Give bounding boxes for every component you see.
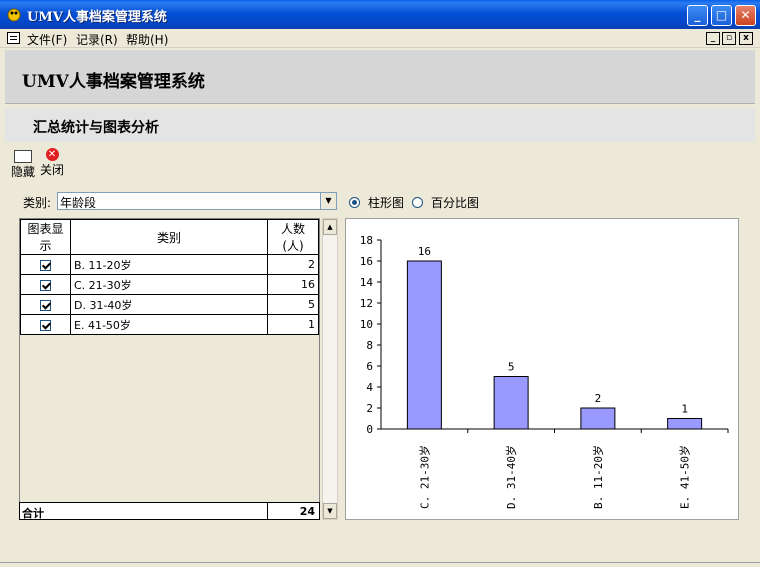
table-row[interactable]: B. 11-20岁 2 (20, 254, 319, 275)
radio-dot-selected[interactable] (349, 197, 360, 208)
bar (406, 260, 442, 430)
count-cell: 5 (267, 294, 319, 315)
table-row[interactable]: D. 31-40岁 5 (20, 294, 319, 315)
bar-chart-svg: 0 2 4 6 8 10 12 14 16 18 16 C. 21-30岁 5 D. 31-40岁 2 B. … (360, 234, 729, 509)
show-checkbox[interactable] (40, 299, 51, 311)
show-checkbox[interactable] (40, 319, 51, 331)
chevron-down-icon[interactable]: ▼ (320, 193, 336, 209)
app-header-banner: UMV人事档案管理系统 (5, 50, 755, 104)
bar (580, 407, 616, 430)
maximize-button[interactable]: □ (711, 5, 732, 26)
total-row: 合计 24 (19, 502, 320, 520)
y-tick-label: 4 (366, 381, 373, 394)
close-button[interactable]: ✕ 关闭 (40, 148, 64, 178)
show-checkbox[interactable] (40, 259, 51, 271)
system-menu-icon[interactable] (7, 32, 20, 44)
scroll-down-icon[interactable]: ▼ (323, 503, 337, 519)
count-cell: 16 (267, 274, 319, 295)
bar (667, 418, 703, 430)
mdi-restore-button[interactable]: ▫ (722, 32, 736, 45)
section-title: 汇总统计与图表分析 (33, 120, 159, 136)
minimize-button[interactable]: _ (687, 5, 708, 26)
percent-chart-radio[interactable]: 百分比图 (412, 194, 479, 211)
radio-dot[interactable] (412, 197, 423, 208)
show-checkbox-cell[interactable] (20, 254, 71, 275)
menu-file[interactable]: 文件(F) (27, 31, 67, 48)
menu-bar: 文件(F) 记录(R) 帮助(H) _ ▫ x (0, 29, 760, 48)
mdi-minimize-button[interactable]: _ (706, 32, 720, 45)
percent-chart-label: 百分比图 (431, 196, 480, 210)
mdi-close-button[interactable]: x (739, 32, 753, 45)
total-value: 24 (299, 505, 315, 518)
y-tick-label: 10 (360, 318, 373, 331)
category-label: 类别: (23, 196, 52, 210)
table-row[interactable]: E. 41-50岁 1 (20, 314, 319, 335)
count-cell: 2 (267, 254, 319, 275)
y-tick-label: 2 (366, 402, 373, 415)
y-tick-label: 12 (360, 297, 373, 310)
table-scrollbar[interactable]: ▲ ▼ (322, 218, 338, 520)
scroll-up-icon[interactable]: ▲ (323, 219, 337, 235)
bottom-divider (0, 562, 760, 563)
close-icon: ✕ (45, 148, 59, 161)
y-tick-label: 14 (360, 276, 374, 289)
y-tick-label: 0 (366, 423, 373, 436)
menu-help[interactable]: 帮助(H) (126, 31, 168, 48)
app-icon (7, 8, 21, 22)
bar-chart-label: 柱形图 (368, 196, 405, 210)
show-checkbox-cell[interactable] (20, 274, 71, 295)
column-header-category[interactable]: 类别 (70, 219, 268, 255)
y-tick-label: 16 (360, 255, 373, 268)
data-label: 2 (595, 392, 602, 405)
bar (493, 376, 529, 430)
section-header-banner: 汇总统计与图表分析 (5, 108, 755, 142)
y-tick-label: 8 (366, 339, 373, 352)
category-cell: C. 21-30岁 (70, 274, 268, 295)
table-row[interactable]: C. 21-30岁 16 (20, 274, 319, 295)
column-header-count[interactable]: 人数(人) (267, 219, 319, 255)
bar-chart-radio[interactable]: 柱形图 (349, 194, 404, 211)
menu-record[interactable]: 记录(R) (76, 31, 118, 48)
hide-icon (14, 150, 32, 163)
show-checkbox-cell[interactable] (20, 294, 71, 315)
window-title: UMV人事档案管理系统 (27, 10, 167, 25)
data-label: 1 (681, 403, 688, 416)
x-tick-label: D. 31-40岁 (504, 445, 518, 509)
show-checkbox-cell[interactable] (20, 314, 71, 335)
show-checkbox[interactable] (40, 279, 51, 291)
y-tick-label: 18 (360, 234, 373, 247)
hide-label: 隐藏 (11, 165, 36, 179)
category-select[interactable]: 年龄段 ▼ (57, 192, 337, 210)
close-label: 关闭 (40, 163, 65, 177)
total-label: 合计 (22, 507, 44, 520)
x-tick-label: B. 11-20岁 (591, 445, 605, 509)
hide-button[interactable]: 隐藏 (11, 148, 35, 180)
column-header-show[interactable]: 图表显示 (20, 219, 71, 255)
bar-chart: 0 2 4 6 8 10 12 14 16 18 16 C. 21-30岁 5 D. 31-40岁 2 B. … (345, 218, 739, 520)
category-table: 图表显示 类别 人数(人) B. 11-20岁 2 C. 21-30岁 16 D. 31… (19, 218, 320, 520)
category-cell: E. 41-50岁 (70, 314, 268, 335)
y-tick-label: 6 (366, 360, 373, 373)
data-label: 16 (418, 245, 431, 258)
x-tick-label: C. 21-30岁 (417, 445, 431, 509)
count-cell: 1 (267, 314, 319, 335)
category-cell: B. 11-20岁 (70, 254, 268, 275)
x-tick-label: E. 41-50岁 (678, 445, 692, 509)
close-window-button[interactable]: ✕ (735, 5, 756, 26)
title-bar: UMV人事档案管理系统 _ □ ✕ (0, 0, 760, 29)
category-select-value: 年龄段 (60, 196, 97, 210)
category-cell: D. 31-40岁 (70, 294, 268, 315)
app-header-title: UMV人事档案管理系统 (22, 72, 205, 92)
data-label: 5 (508, 361, 515, 374)
